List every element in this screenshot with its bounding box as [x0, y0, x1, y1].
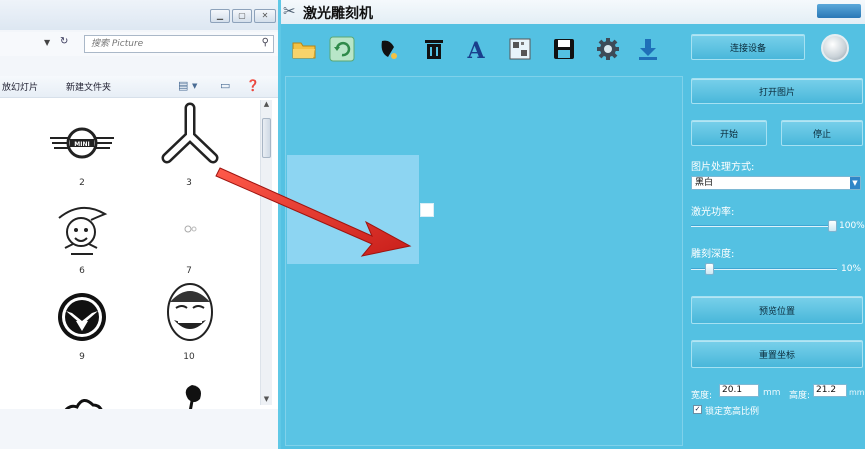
svg-text:MINI: MINI — [74, 141, 89, 148]
laser-power-value: 100% — [839, 221, 865, 231]
window-controls-icon[interactable] — [817, 4, 861, 18]
rose-icon — [185, 385, 201, 409]
laser-engraver-window: ✂ 激光雕刻机 A 连接设备 打开图片 开始 停止 图片处理方式: 黑白 ▼ 激… — [278, 0, 865, 449]
engrave-depth-value: 10% — [841, 264, 862, 274]
app-title: 激光雕刻机 — [303, 6, 373, 22]
app-titlebar: ✂ 激光雕刻机 — [281, 0, 865, 24]
height-unit: mm — [849, 388, 865, 397]
lock-ratio-label: 锁定宽高比例 — [705, 407, 760, 417]
thumbnail-label: 10 — [183, 352, 195, 362]
meme-face-icon — [167, 283, 213, 341]
open-image-button[interactable]: 打开图片 — [691, 78, 863, 104]
settings-icon[interactable] — [593, 34, 623, 64]
refresh-icon[interactable] — [327, 34, 357, 64]
thumbnail-partial-1[interactable] — [46, 370, 118, 409]
bitmap-icon[interactable] — [505, 34, 535, 64]
processing-mode-value: 黑白 — [695, 178, 714, 188]
thumbnail-6[interactable] — [46, 196, 118, 262]
scrollbar-thumb[interactable] — [262, 118, 271, 158]
thumbnail-3[interactable] — [154, 102, 226, 168]
blank-image-icon — [184, 225, 197, 233]
download-icon[interactable] — [633, 34, 663, 64]
view-dropdown-icon[interactable]: ▼ — [192, 82, 197, 90]
width-unit: mm — [763, 388, 781, 398]
loaded-image-region[interactable] — [287, 155, 419, 264]
laser-power-label: 激光功率: — [691, 207, 735, 218]
brush-icon[interactable] — [373, 34, 403, 64]
thumbnail-9[interactable] — [46, 284, 118, 350]
minimize-icon[interactable]: ▁ — [210, 9, 230, 23]
height-label: 高度: — [789, 391, 811, 401]
file-explorer-window: ▁ ▢ ✕ ▼ ↻ ⚲ 放幻灯片 新建文件夹 ▤ ▼ ▭ ❓ — [0, 0, 282, 449]
view-options-icon[interactable]: ▤ — [178, 79, 188, 92]
preview-position-button[interactable]: 预览位置 — [691, 296, 863, 324]
open-folder-icon[interactable] — [289, 34, 319, 64]
slideshow-button[interactable]: 放幻灯片 — [2, 80, 38, 93]
address-dropdown-icon[interactable]: ▼ — [44, 38, 50, 47]
scroll-down-icon[interactable]: ▼ — [262, 395, 271, 403]
engrave-depth-slider[interactable] — [691, 263, 837, 275]
search-input[interactable] — [85, 36, 245, 52]
stop-button[interactable]: 停止 — [781, 120, 863, 146]
thumbnail-label: 2 — [79, 178, 85, 188]
new-folder-button[interactable]: 新建文件夹 — [66, 80, 111, 93]
trefoil-knot-icon — [161, 102, 219, 164]
processing-mode-label: 图片处理方式: — [691, 162, 755, 173]
search-box[interactable]: ⚲ — [84, 35, 274, 53]
explorer-window-controls: ▁ ▢ ✕ — [210, 9, 276, 23]
lock-ratio-checkbox[interactable]: ✓ — [693, 405, 702, 414]
explorer-titlebar: ▁ ▢ ✕ — [0, 0, 282, 30]
thumbnail-label: 6 — [79, 266, 85, 276]
search-icon[interactable]: ⚲ — [262, 37, 269, 48]
thumbnail-partial-2[interactable] — [154, 368, 226, 409]
slider-track — [691, 225, 837, 227]
slider-knob[interactable] — [828, 220, 837, 232]
slider-knob[interactable] — [705, 263, 714, 275]
cartoon-character-icon — [58, 207, 108, 255]
explorer-toolbar: 放幻灯片 新建文件夹 ▤ ▼ ▭ ❓ — [0, 76, 282, 98]
processing-mode-select[interactable]: 黑白 ▼ — [691, 176, 861, 190]
refresh-icon[interactable]: ↻ — [60, 36, 68, 47]
chevron-down-icon[interactable]: ▼ — [850, 177, 860, 189]
height-input[interactable]: 21.2 — [813, 384, 847, 397]
thumbnail-label: 7 — [186, 266, 192, 276]
connection-status-icon — [821, 34, 849, 62]
app-toolbar: A — [281, 26, 681, 72]
reset-coordinates-button[interactable]: 重置坐标 — [691, 340, 863, 368]
thumbnail-2[interactable]: MINI — [46, 110, 118, 176]
thumbnail-scrollbar[interactable]: ▲ ▼ — [260, 100, 272, 405]
connect-device-button[interactable]: 连接设备 — [691, 34, 805, 60]
svg-text:A: A — [466, 38, 485, 61]
scissors-icon: ✂ — [283, 2, 296, 20]
thumbnail-10[interactable] — [154, 280, 226, 346]
start-button[interactable]: 开始 — [691, 120, 767, 146]
thumbnail-label: 9 — [79, 352, 85, 362]
width-input[interactable]: 20.1 — [719, 384, 759, 397]
thumbnail-label: 3 — [186, 178, 192, 188]
preview-pane-icon[interactable]: ▭ — [220, 79, 230, 92]
help-icon[interactable]: ❓ — [246, 79, 260, 92]
trash-icon[interactable] — [419, 34, 449, 64]
laser-power-slider[interactable] — [691, 220, 837, 232]
shield-eagle-icon — [58, 293, 106, 341]
cartoon-partial-icon — [64, 399, 103, 409]
save-icon[interactable] — [549, 34, 579, 64]
text-icon[interactable]: A — [461, 34, 491, 64]
thumbnail-grid: MINI 2 3 6 7 9 10 — [0, 98, 282, 409]
width-label: 宽度: — [691, 391, 713, 401]
thumbnail-7[interactable] — [154, 196, 226, 262]
mini-logo-icon: MINI — [50, 127, 114, 159]
engraving-canvas[interactable] — [285, 76, 683, 446]
close-icon[interactable]: ✕ — [254, 9, 276, 23]
engrave-depth-label: 雕刻深度: — [691, 249, 735, 260]
scroll-up-icon[interactable]: ▲ — [262, 100, 271, 108]
position-marker[interactable] — [420, 203, 434, 217]
maximize-icon[interactable]: ▢ — [232, 9, 252, 23]
explorer-address-bar: ▼ ↻ ⚲ — [0, 32, 282, 56]
